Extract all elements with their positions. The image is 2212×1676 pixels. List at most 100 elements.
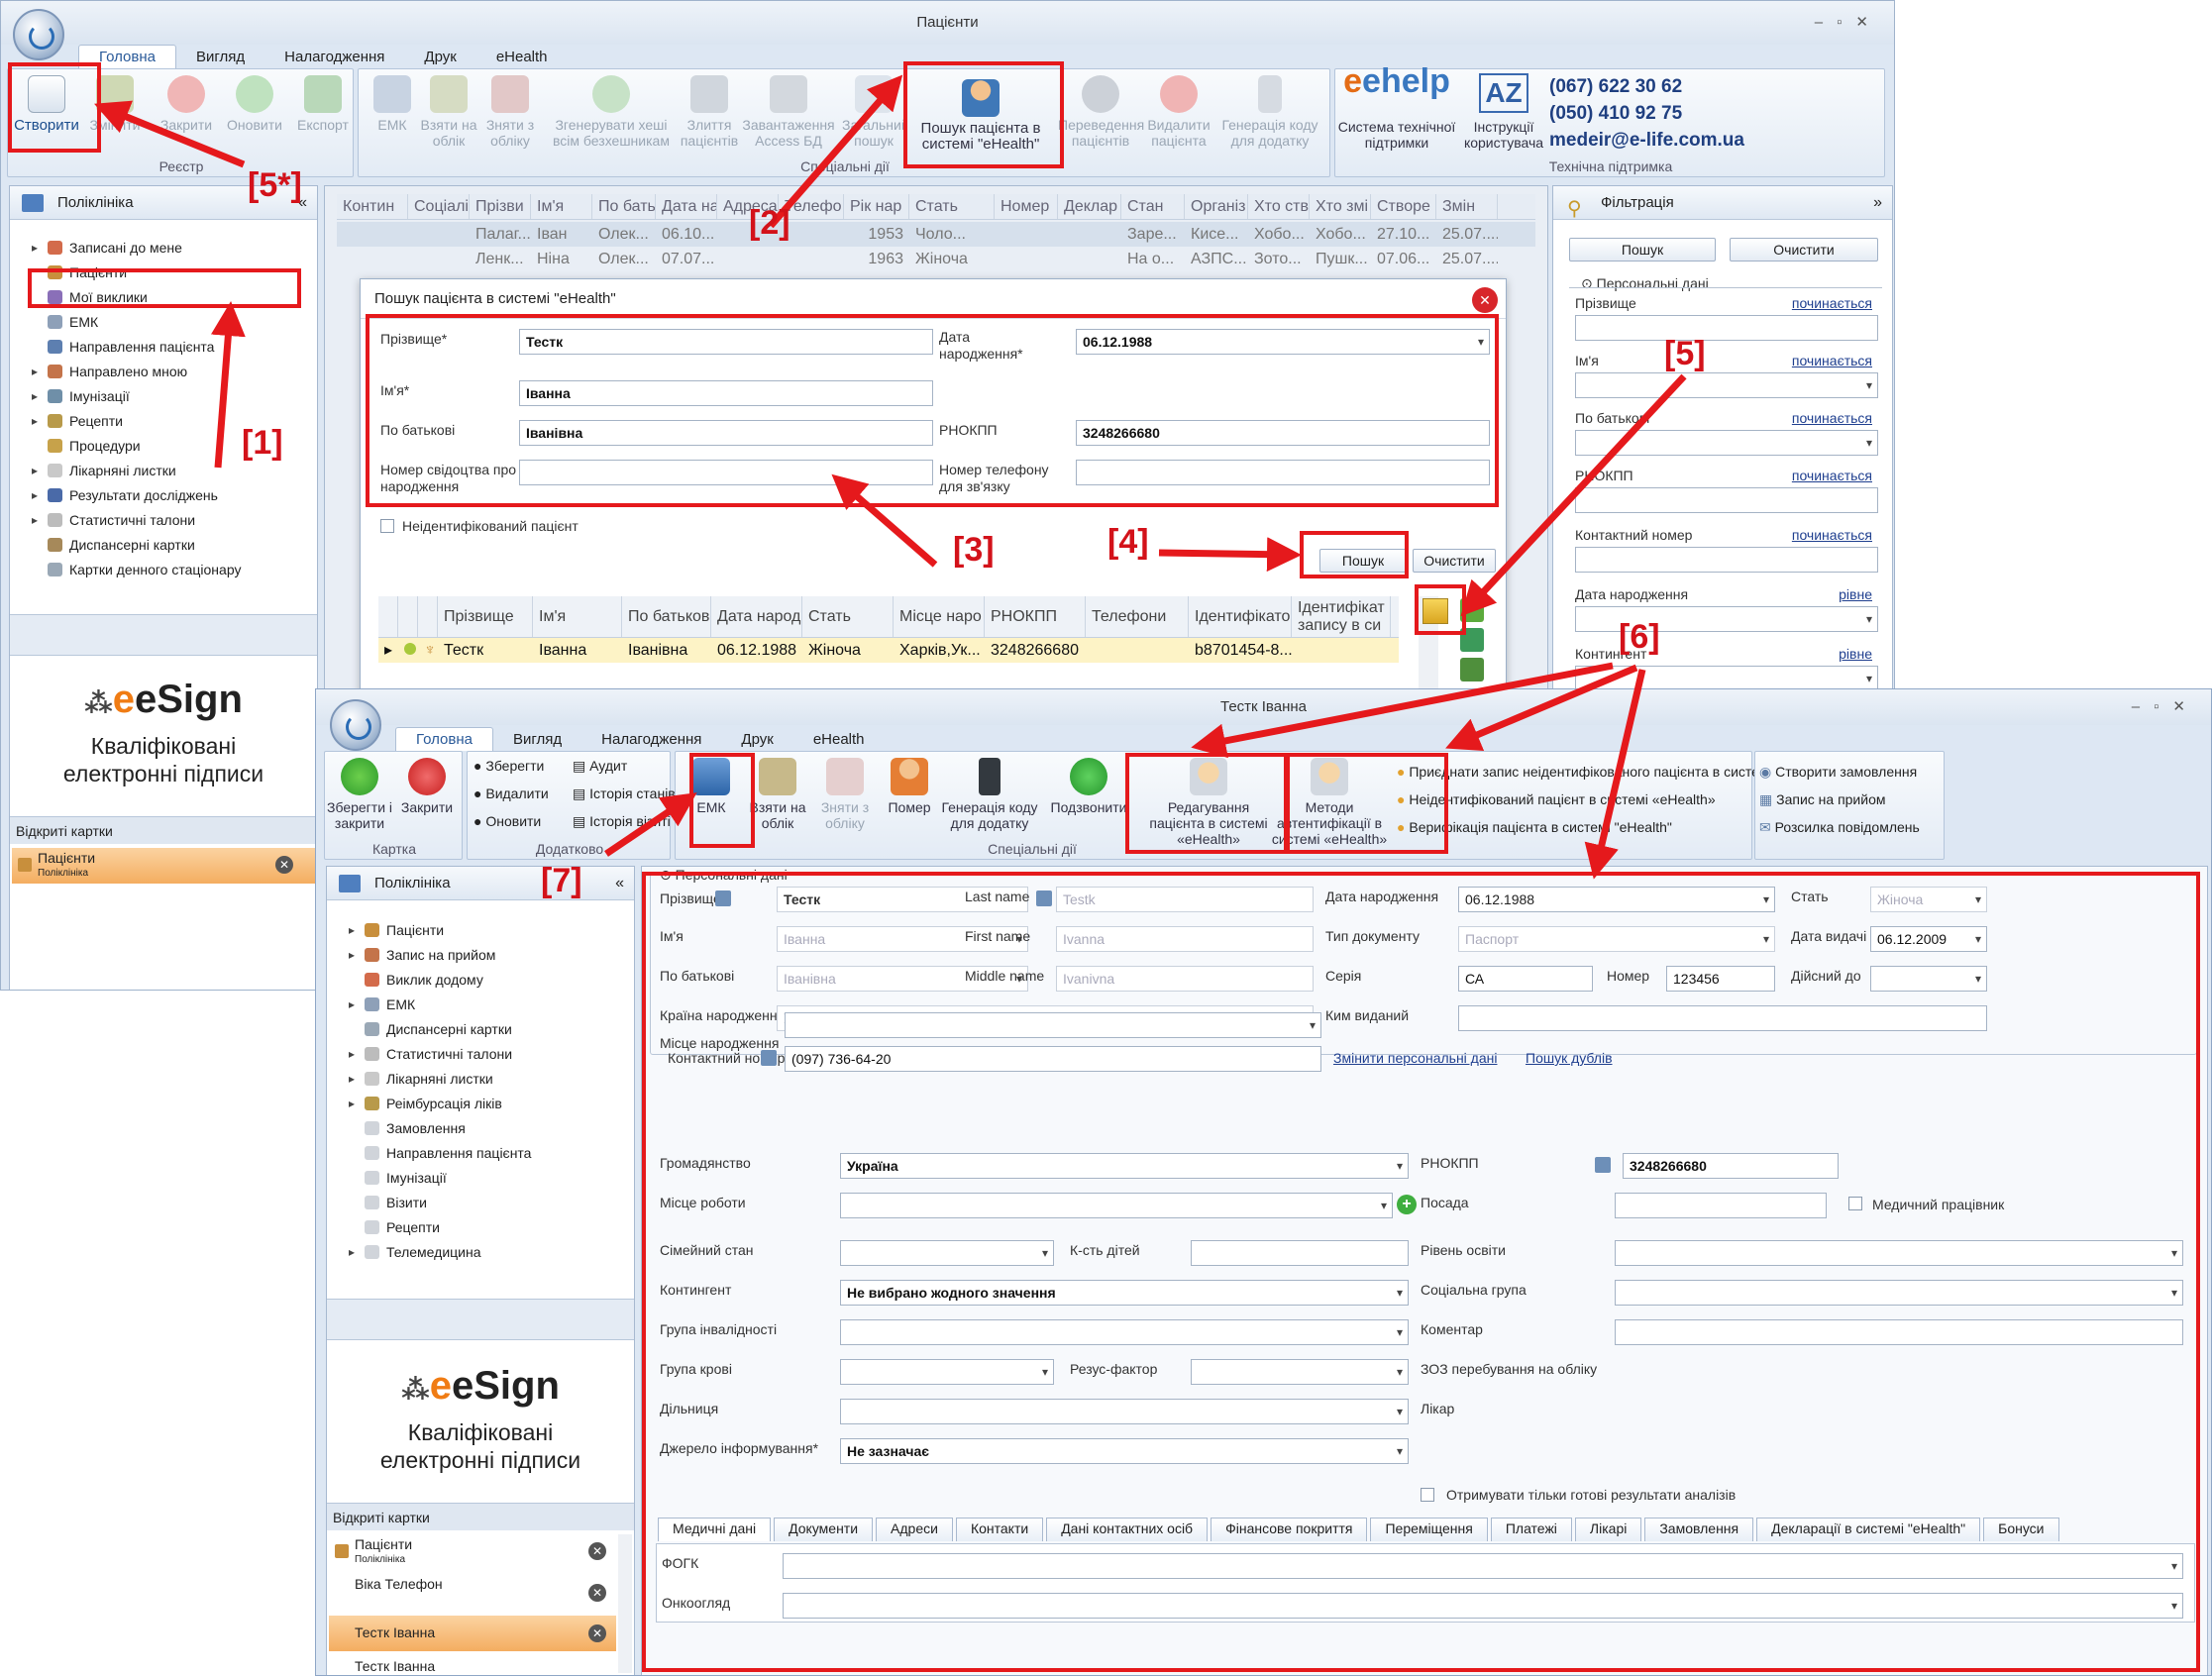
col-header[interactable]: Ім'я bbox=[531, 194, 592, 219]
col-header[interactable]: Стан bbox=[1121, 194, 1185, 219]
sex-select[interactable]: Жіноча bbox=[1870, 887, 1987, 912]
ready-results-checkbox[interactable] bbox=[1421, 1488, 1434, 1502]
patronymic-input[interactable]: Іванівна bbox=[519, 420, 933, 446]
col-header[interactable]: По бать bbox=[592, 194, 656, 219]
nav-item[interactable]: Телемедицина bbox=[327, 1240, 634, 1265]
auth-methods-button[interactable]: Методи автентифікації в системі «eHealth… bbox=[1268, 758, 1391, 847]
col-header[interactable]: Ідентифікат запису в си bbox=[1292, 596, 1391, 637]
merge-patients-button[interactable]: Злиття пацієнтів bbox=[672, 75, 747, 149]
ehelp-button[interactable]: eehelp Система технічної підтримки bbox=[1337, 64, 1456, 151]
social-select[interactable] bbox=[1615, 1280, 2183, 1306]
create-order-button[interactable]: ◉ Створити замовлення bbox=[1759, 758, 1944, 786]
blood-select[interactable] bbox=[840, 1359, 1054, 1385]
nav-item[interactable]: Статистичні талони bbox=[327, 1042, 634, 1067]
col-header[interactable]: Номер bbox=[995, 194, 1058, 219]
collapse-icon[interactable]: « bbox=[615, 867, 624, 900]
visit-history-button[interactable]: ▤ Історія візитів bbox=[573, 813, 670, 830]
subtab[interactable]: Переміщення bbox=[1370, 1518, 1488, 1541]
contingent-select[interactable]: Не вибрано жодного значення bbox=[840, 1280, 1409, 1306]
register-button[interactable]: Взяти на облік bbox=[414, 75, 483, 149]
nav-item[interactable]: Пацієнти bbox=[327, 918, 634, 943]
birthdate-input[interactable]: 06.12.1988 bbox=[1458, 887, 1775, 912]
subtab[interactable]: Медичні дані bbox=[658, 1518, 772, 1541]
personal-data-legend[interactable]: ⊙ Персональні дані bbox=[656, 867, 791, 884]
close-card-icon[interactable]: ✕ bbox=[275, 856, 293, 874]
subtab[interactable]: Бонуси bbox=[1983, 1518, 2059, 1541]
nav-item[interactable]: ЕМК bbox=[10, 310, 317, 335]
export-button[interactable]: Експорт bbox=[293, 75, 353, 133]
tab-view[interactable]: Вигляд bbox=[493, 728, 581, 752]
subtab[interactable]: Адреси bbox=[876, 1518, 953, 1541]
state-history-button[interactable]: ▤ Історія станів bbox=[573, 786, 676, 802]
valid-until-input[interactable] bbox=[1870, 966, 1987, 992]
instructions-button[interactable]: AZ Інструкції користувача bbox=[1460, 73, 1547, 151]
close-card-icon[interactable]: ✕ bbox=[588, 1542, 606, 1560]
create-button[interactable]: Створити bbox=[14, 75, 79, 134]
app-menu-orb[interactable] bbox=[330, 699, 381, 751]
dialog-clear-button[interactable]: Очистити bbox=[1413, 549, 1496, 573]
nav-item[interactable]: Імунізації bbox=[10, 384, 317, 409]
col-header[interactable]: Стать bbox=[909, 194, 995, 219]
nav-item[interactable]: Направлення пацієнта bbox=[10, 335, 317, 360]
tab-settings[interactable]: Налагодження bbox=[581, 728, 721, 752]
esign-banner[interactable]: ⁂eeSign Кваліфіковані електронні підписи bbox=[10, 660, 317, 787]
nav-item[interactable]: Картки денного стаціонару bbox=[10, 558, 317, 582]
filter-op-link[interactable]: починається bbox=[1792, 295, 1872, 311]
support-email[interactable]: medeir@e-life.com.ua bbox=[1549, 127, 1744, 154]
fogk-select[interactable] bbox=[783, 1553, 2183, 1579]
open-card-patients[interactable]: Пацієнти Поліклініка ✕ bbox=[12, 848, 315, 884]
table-row[interactable]: Ленк... Ніна Олек... 07.07... 1963 Жіноча На о… bbox=[337, 247, 1535, 271]
filter-op-link[interactable]: рівне bbox=[1839, 646, 1872, 662]
filter-search-button[interactable]: Пошук bbox=[1569, 238, 1716, 262]
nav-item[interactable]: Виклик додому bbox=[327, 968, 634, 993]
audit-button[interactable]: ▤ Аудит bbox=[573, 758, 627, 775]
nav-item[interactable]: Диспансерні картки bbox=[10, 533, 317, 558]
filter-op-link[interactable]: починається bbox=[1792, 527, 1872, 543]
filter-phone-input[interactable] bbox=[1575, 547, 1878, 573]
esign-banner[interactable]: ⁂eeSign Кваліфіковані електронні підписи bbox=[327, 1346, 634, 1474]
open-card[interactable]: Тестк Іванна bbox=[329, 1655, 616, 1675]
nav-item[interactable]: Реімбурсація ліків bbox=[327, 1092, 634, 1116]
subtab[interactable]: Декларації в системі "eHealth" bbox=[1756, 1518, 1981, 1541]
rnokpp-input[interactable]: 3248266680 bbox=[1076, 420, 1490, 446]
work-select[interactable] bbox=[840, 1193, 1393, 1218]
surname-input[interactable]: Тестк bbox=[519, 329, 933, 355]
education-select[interactable] bbox=[1615, 1240, 2183, 1266]
col-header[interactable]: Ідентифікатор bbox=[1189, 596, 1292, 637]
delete-patient-button[interactable]: Видалити пацієнта bbox=[1143, 75, 1214, 149]
nav-item[interactable]: Статистичні талони bbox=[10, 508, 317, 533]
card-register-button[interactable]: Взяти на облік bbox=[743, 758, 812, 831]
subtab[interactable]: Дані контактних осіб bbox=[1046, 1518, 1209, 1541]
open-card-active[interactable]: Тестк Іванна ✕ bbox=[329, 1616, 616, 1651]
open-card[interactable]: Пацієнти Поліклініка ✕ bbox=[329, 1534, 616, 1570]
medworker-checkbox[interactable] bbox=[1848, 1197, 1862, 1210]
tab-settings[interactable]: Налагодження bbox=[264, 46, 404, 69]
col-header[interactable]: Контин bbox=[337, 194, 408, 219]
tab-ehealth[interactable]: eHealth bbox=[476, 46, 568, 69]
position-input[interactable] bbox=[1615, 1193, 1827, 1218]
filter-patronymic-input[interactable] bbox=[1575, 430, 1878, 456]
col-header[interactable]: РНОКПП bbox=[985, 596, 1086, 637]
rnokpp-input[interactable]: 3248266680 bbox=[1623, 1153, 1839, 1179]
dialog-close-icon[interactable]: ✕ bbox=[1472, 287, 1498, 313]
send-messages-button[interactable]: ✉ Розсилка повідомлень bbox=[1759, 813, 1944, 841]
lastname-input[interactable]: Testk bbox=[1056, 887, 1314, 912]
save-close-button[interactable]: Зберегти і закрити bbox=[327, 758, 392, 831]
subtab[interactable]: Документи bbox=[774, 1518, 874, 1541]
doc-type-select[interactable]: Паспорт bbox=[1458, 926, 1775, 952]
close-card-icon[interactable]: ✕ bbox=[588, 1624, 606, 1642]
close-card-icon[interactable]: ✕ bbox=[588, 1584, 606, 1602]
window-controls[interactable]: –▫✕ bbox=[1815, 1, 1882, 45]
subtab[interactable]: Лікарі bbox=[1574, 1518, 1642, 1541]
nav-item[interactable]: Мої виклики bbox=[10, 285, 317, 310]
filter-name-input[interactable] bbox=[1575, 372, 1878, 398]
add-icon[interactable]: + bbox=[1397, 1195, 1417, 1214]
tab-home[interactable]: Головна bbox=[78, 45, 176, 68]
expand-icon[interactable]: » bbox=[1873, 186, 1882, 220]
transfer-patients-button[interactable]: Переведення пацієнтів bbox=[1058, 75, 1144, 149]
filter-op-link[interactable]: починається bbox=[1792, 353, 1872, 368]
col-header[interactable]: Прізви bbox=[470, 194, 531, 219]
load-access-button[interactable]: Завантаження Access БД bbox=[739, 75, 838, 149]
citizenship-select[interactable]: Україна bbox=[840, 1153, 1409, 1179]
refresh-button[interactable]: ● Оновити bbox=[474, 813, 541, 829]
